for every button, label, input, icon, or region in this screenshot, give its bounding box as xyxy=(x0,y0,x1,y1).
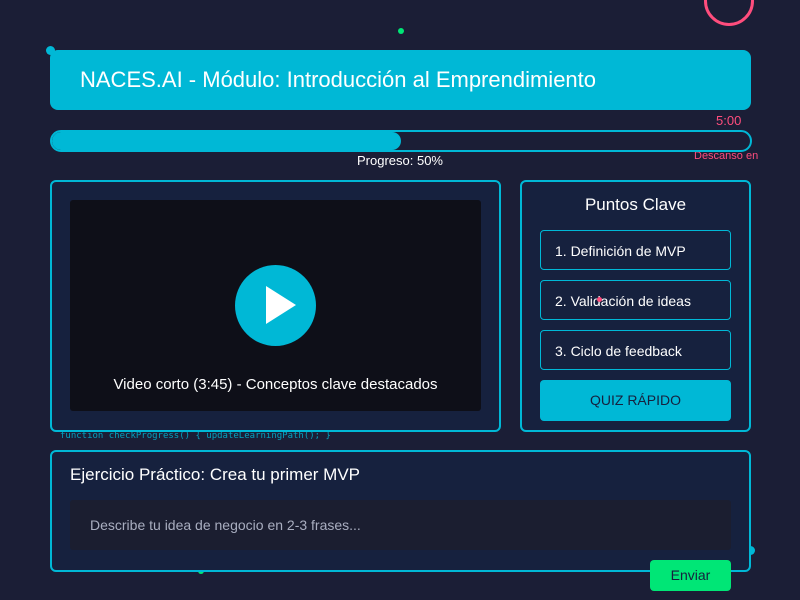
break-timer: 5:00 xyxy=(716,113,742,128)
decorative-ring xyxy=(704,0,754,26)
progress-label: Progreso: 50% xyxy=(357,153,443,168)
quiz-button[interactable]: QUIZ RÁPIDO xyxy=(540,380,731,421)
key-point-item[interactable]: 2. Validación de ideas xyxy=(540,280,731,320)
video-caption: Video corto (3:45) - Conceptos clave des… xyxy=(113,376,438,393)
key-point-label: 2. Validación de ideas xyxy=(555,293,691,309)
play-icon xyxy=(266,286,296,324)
decorative-dot xyxy=(597,297,602,302)
key-point-label: 1. Definición de MVP xyxy=(555,243,686,259)
code-snippet: function checkProgress() { updateLearnin… xyxy=(60,431,331,441)
exercise-title: Ejercicio Práctico: Crea tu primer MVP xyxy=(70,465,361,484)
decorative-dot xyxy=(398,28,404,34)
play-button[interactable] xyxy=(235,265,316,346)
key-point-item[interactable]: 3. Ciclo de feedback xyxy=(540,330,731,370)
business-idea-input[interactable] xyxy=(70,500,731,550)
key-point-label: 3. Ciclo de feedback xyxy=(555,343,682,359)
module-header: NACES.AI - Módulo: Introducción al Empre… xyxy=(50,50,751,110)
key-point-item[interactable]: 1. Definición de MVP xyxy=(540,230,731,270)
key-points-title: Puntos Clave xyxy=(584,195,687,214)
submit-button[interactable]: Enviar xyxy=(650,560,731,591)
progress-fill xyxy=(52,132,401,150)
progress-bar xyxy=(50,130,752,152)
page-title: NACES.AI - Módulo: Introducción al Empre… xyxy=(80,67,597,92)
